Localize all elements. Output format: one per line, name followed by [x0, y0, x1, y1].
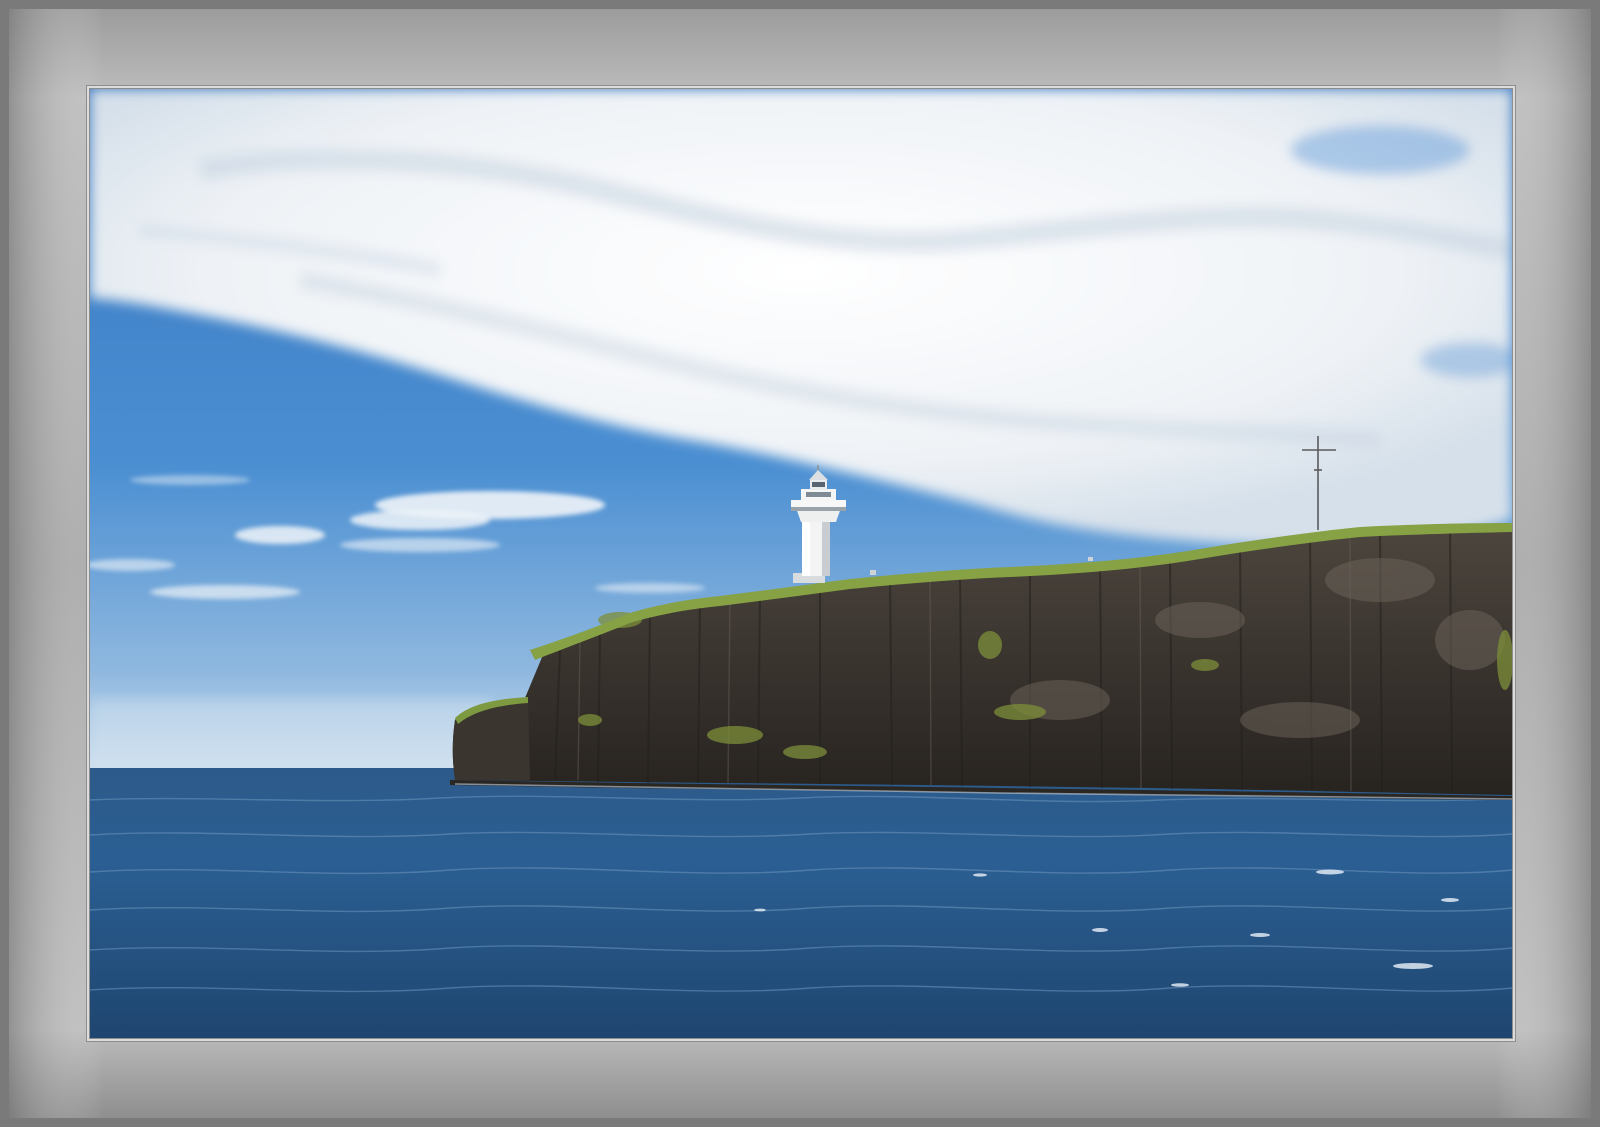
photo	[90, 89, 1512, 1038]
framed-photo	[0, 0, 1600, 1127]
sea	[90, 768, 1512, 1038]
photo-frame	[0, 0, 1600, 1127]
